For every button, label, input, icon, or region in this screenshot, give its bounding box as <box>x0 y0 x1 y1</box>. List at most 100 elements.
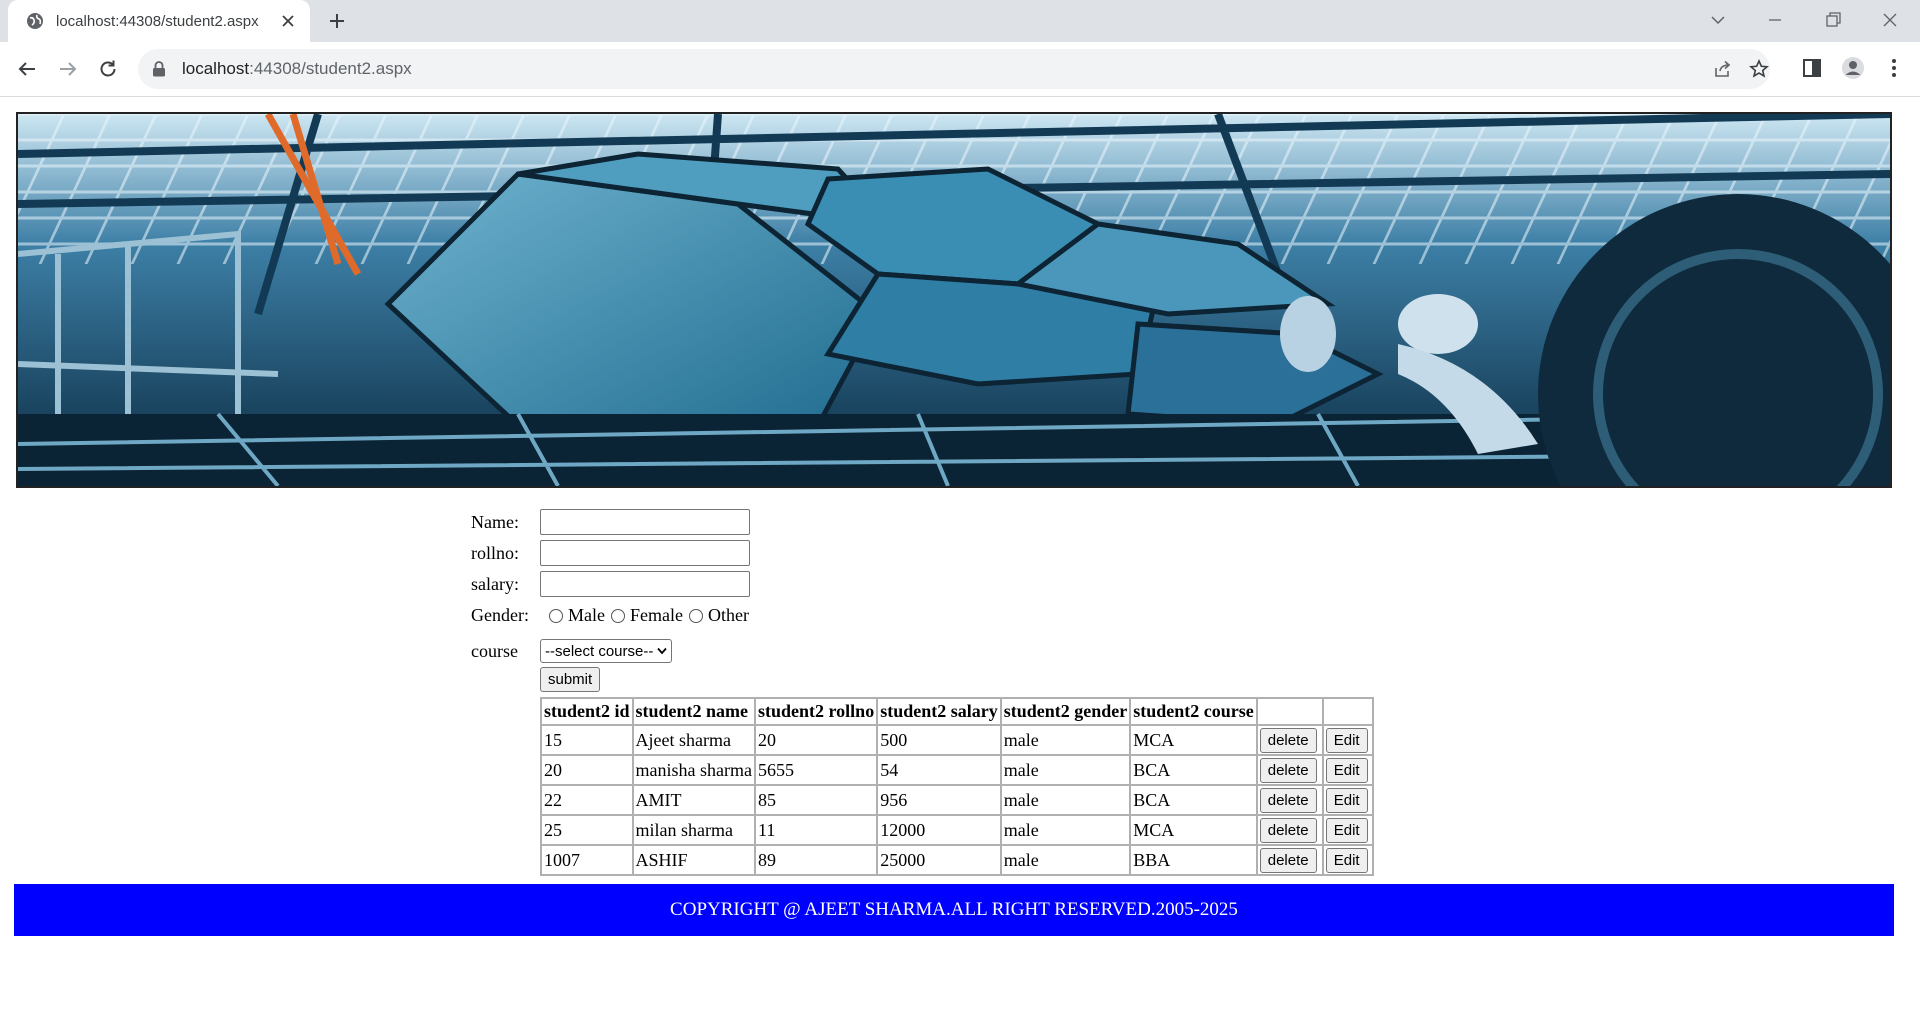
female-radio[interactable] <box>610 608 625 623</box>
course-label: course <box>471 640 518 661</box>
restore-icon[interactable] <box>1823 10 1843 30</box>
delete-button[interactable]: delete <box>1259 757 1317 783</box>
course-row: course --select course-- <box>471 639 673 663</box>
url-path: :44308/student2.aspx <box>249 59 412 78</box>
back-arrow-icon[interactable] <box>16 58 38 80</box>
cell-delete: delete <box>1256 785 1323 815</box>
globe-icon <box>27 13 43 29</box>
table-row: 15 Ajeet sharma 20 500 male MCA delete E… <box>541 725 1373 755</box>
salary-row: salary: <box>471 571 750 597</box>
table-header-row: student2 id student2 name student2 rolln… <box>541 698 1373 725</box>
course-selected-value: --select course-- <box>545 642 654 660</box>
cell-rollno: 20 <box>755 725 878 755</box>
profile-avatar-icon[interactable] <box>1841 56 1865 80</box>
salary-label: salary: <box>471 573 519 594</box>
cell-name: Ajeet sharma <box>632 725 755 755</box>
table-row: 1007 ASHIF 89 25000 male BBA delete Edit <box>541 845 1373 875</box>
rollno-row: rollno: <box>471 540 750 566</box>
cell-gender: male <box>1000 815 1131 845</box>
other-radio[interactable] <box>688 608 703 623</box>
cell-delete: delete <box>1256 845 1323 875</box>
name-input[interactable] <box>540 509 750 535</box>
cell-id: 25 <box>541 815 633 845</box>
gender-option-male[interactable]: Male <box>549 605 605 626</box>
cell-id: 20 <box>541 755 633 785</box>
chevron-down-icon[interactable] <box>1708 10 1728 30</box>
browser-tab[interactable]: localhost:44308/student2.aspx <box>8 0 310 42</box>
cell-rollno: 11 <box>755 815 878 845</box>
cell-salary: 956 <box>877 785 1001 815</box>
close-icon[interactable] <box>280 13 296 29</box>
cell-edit: Edit <box>1322 725 1373 755</box>
cell-course: BBA <box>1130 845 1257 875</box>
header-rollno: student2 rollno <box>755 698 878 725</box>
copyright-text: COPYRIGHT @ AJEET SHARMA.ALL RIGHT RESER… <box>670 899 1238 920</box>
chevron-down-icon <box>657 647 668 655</box>
edit-button[interactable]: Edit <box>1325 817 1368 843</box>
cell-edit: Edit <box>1322 785 1373 815</box>
header-delete-column <box>1256 698 1323 725</box>
cell-salary: 25000 <box>877 845 1001 875</box>
cell-delete: delete <box>1256 755 1323 785</box>
other-label: Other <box>707 605 749 625</box>
cell-edit: Edit <box>1322 815 1373 845</box>
edit-button[interactable]: Edit <box>1325 787 1368 813</box>
cell-name: manisha sharma <box>632 755 755 785</box>
gender-option-female[interactable]: Female <box>610 605 683 626</box>
course-select[interactable]: --select course-- <box>540 639 673 663</box>
cell-name: AMIT <box>632 785 755 815</box>
name-row: Name: <box>471 509 750 535</box>
cell-course: BCA <box>1130 785 1257 815</box>
header-gender: student2 gender <box>1000 698 1131 725</box>
delete-button[interactable]: delete <box>1259 787 1317 813</box>
table-row: 20 manisha sharma 5655 54 male BCA delet… <box>541 755 1373 785</box>
cell-id: 15 <box>541 725 633 755</box>
male-label: Male <box>568 605 605 625</box>
cell-name: ASHIF <box>632 845 755 875</box>
reload-icon[interactable] <box>97 58 119 80</box>
address-bar[interactable]: localhost:44308/student2.aspx <box>138 49 1770 89</box>
cell-delete: delete <box>1256 815 1323 845</box>
header-name: student2 name <box>632 698 755 725</box>
rollno-label: rollno: <box>471 542 519 563</box>
new-tab-icon[interactable] <box>327 11 347 31</box>
header-banner-image <box>16 112 1892 488</box>
header-salary: student2 salary <box>877 698 1001 725</box>
tab-title: localhost:44308/student2.aspx <box>56 12 259 30</box>
side-panel-icon[interactable] <box>1800 56 1824 80</box>
star-icon[interactable] <box>1749 59 1769 79</box>
cell-salary: 500 <box>877 725 1001 755</box>
share-icon[interactable] <box>1713 59 1733 79</box>
delete-button[interactable]: delete <box>1259 727 1317 753</box>
cell-salary: 54 <box>877 755 1001 785</box>
minimize-icon[interactable] <box>1765 10 1785 30</box>
submit-button[interactable]: submit <box>540 667 601 692</box>
table-row: 22 AMIT 85 956 male BCA delete Edit <box>541 785 1373 815</box>
cell-edit: Edit <box>1322 845 1373 875</box>
cell-gender: male <box>1000 755 1131 785</box>
salary-input[interactable] <box>540 571 750 597</box>
rollno-input[interactable] <box>540 540 750 566</box>
edit-button[interactable]: Edit <box>1325 757 1368 783</box>
delete-button[interactable]: delete <box>1259 847 1317 873</box>
cell-salary: 12000 <box>877 815 1001 845</box>
cell-rollno: 89 <box>755 845 878 875</box>
kebab-menu-icon[interactable] <box>1882 56 1906 80</box>
cell-edit: Edit <box>1322 755 1373 785</box>
table-row: 25 milan sharma 11 12000 male MCA delete… <box>541 815 1373 845</box>
edit-button[interactable]: Edit <box>1325 727 1368 753</box>
header-id: student2 id <box>541 698 633 725</box>
male-radio[interactable] <box>549 608 563 623</box>
forward-arrow-icon[interactable] <box>57 58 79 80</box>
gender-option-other[interactable]: Other <box>688 605 749 626</box>
header-course: student2 course <box>1130 698 1257 725</box>
banner-telescope-mirror-graphic <box>18 114 1890 486</box>
delete-button[interactable]: delete <box>1259 817 1317 843</box>
cell-id: 1007 <box>541 845 633 875</box>
window-close-icon[interactable] <box>1880 10 1900 30</box>
edit-button[interactable]: Edit <box>1325 847 1368 873</box>
lock-icon[interactable] <box>152 61 166 77</box>
students-table: student2 id student2 name student2 rolln… <box>540 697 1374 876</box>
cell-gender: male <box>1000 725 1131 755</box>
gender-row: Gender: Male Female Other <box>471 605 755 626</box>
